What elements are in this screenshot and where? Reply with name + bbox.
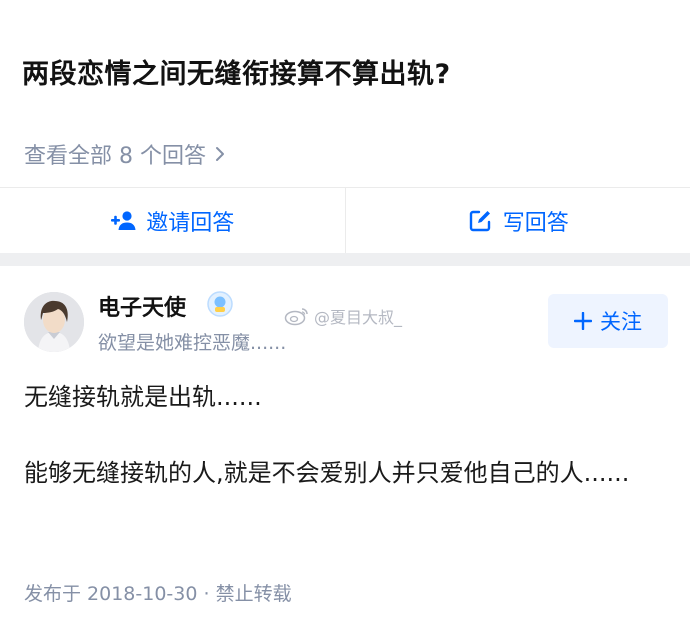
author-avatar[interactable] [24,292,84,352]
invite-answer-label: 邀请回答 [146,211,235,236]
question-title: 两段恋情之间无缝衔接算不算出轨? [22,59,451,90]
follow-label: 关注 [600,310,642,334]
author-row: 电子天使 欲望是她难控恶魔...... @夏目大叔_ 关注 [0,266,690,366]
weibo-icon [284,308,308,326]
write-answer-button[interactable]: 写回答 [344,188,690,254]
verified-badge-icon [207,291,233,317]
answer-paragraph: 无缝接轨就是出轨...... [24,383,262,411]
view-all-answers-link[interactable]: 查看全部 8 个回答 [24,138,228,170]
author-bio: 欲望是她难控恶魔...... [98,332,287,354]
weibo-watermark: @夏目大叔_ [284,304,402,328]
section-divider [0,253,690,266]
avatar-illustration [24,292,84,352]
answer-paragraph: 能够无缝接轨的人,就是不会爱别人并只爱他自己的人...... [24,459,630,487]
follow-button[interactable]: 关注 [548,294,668,348]
view-all-label: 查看全部 8 个回答 [24,144,206,169]
answer-content: 无缝接轨就是出轨...... 能够无缝接轨的人,就是不会爱别人并只爱他自己的人.… [24,378,674,493]
watermark-text: @夏目大叔_ [314,308,403,327]
write-answer-label: 写回答 [502,211,569,236]
invite-user-icon [111,211,136,230]
edit-icon [469,210,490,232]
answer-action-bar: 邀请回答 写回答 [0,187,690,254]
chevron-right-icon [215,147,224,161]
plus-icon [574,312,592,330]
answer-publish-info: 发布于 2018-10-30 · 禁止转载 [24,583,292,605]
author-name[interactable]: 电子天使 [98,290,186,322]
invite-answer-button[interactable]: 邀请回答 [0,188,345,254]
